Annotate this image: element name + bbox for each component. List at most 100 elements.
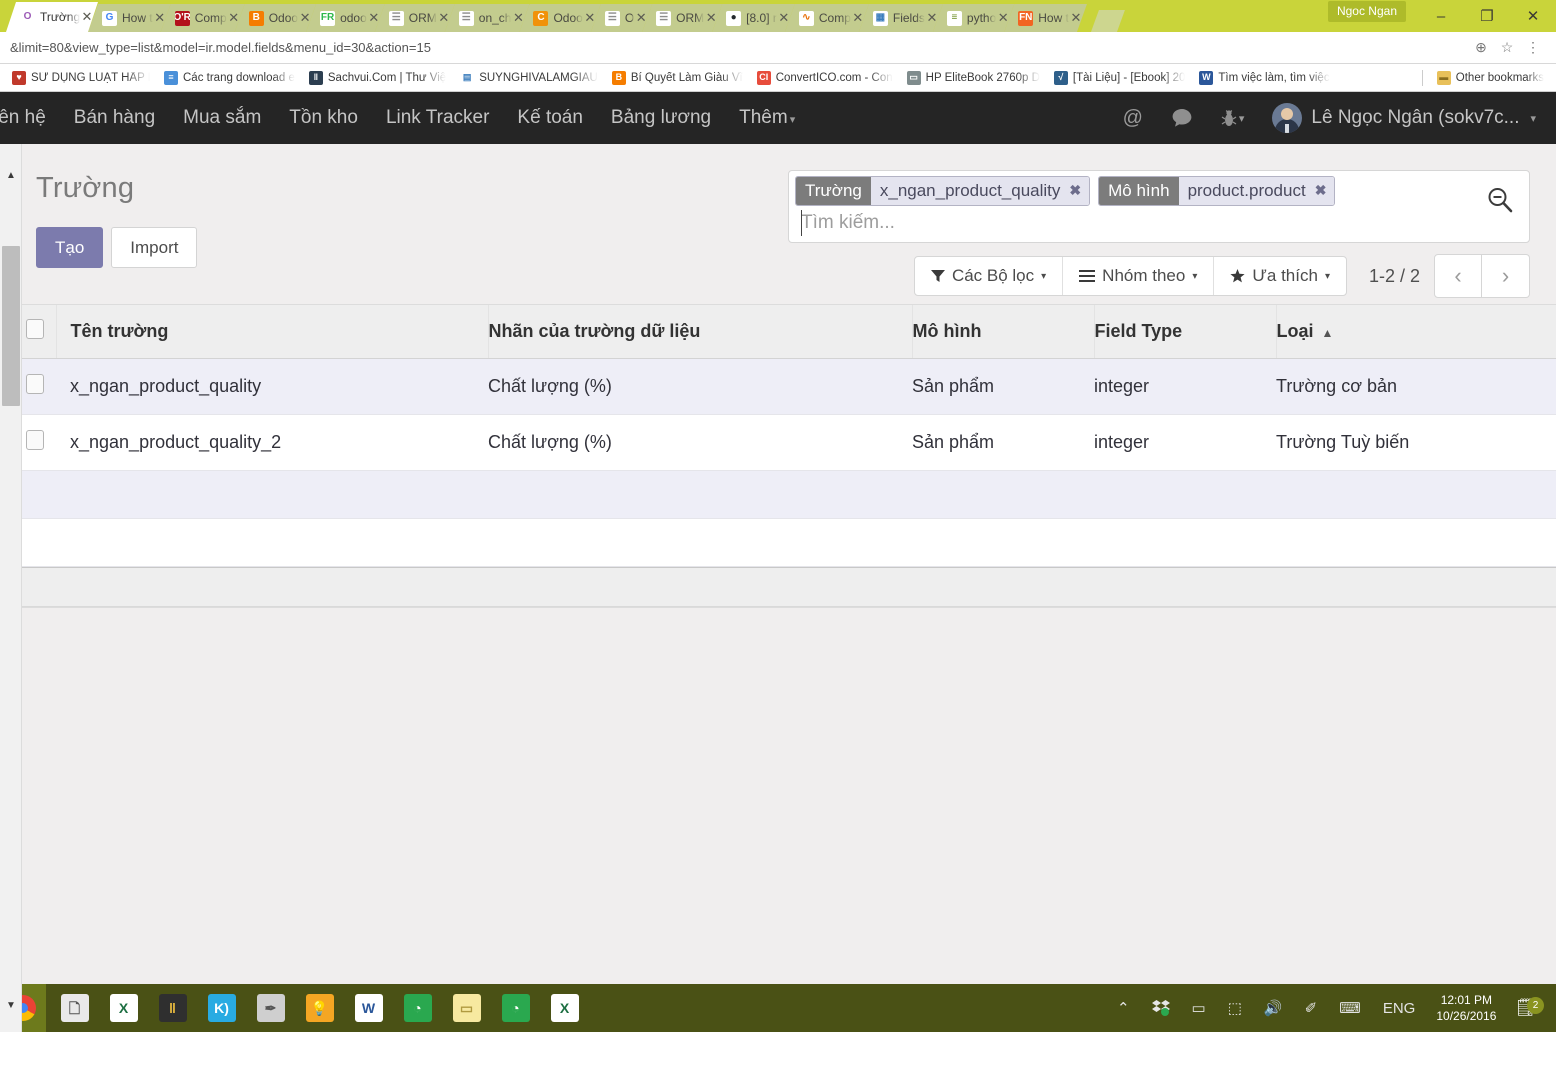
facet-remove-icon[interactable]: ✖ — [1315, 182, 1327, 199]
taskbar-app[interactable]: K) — [197, 984, 246, 1032]
column-header-label[interactable]: Nhãn của trường dữ liệu — [488, 305, 913, 360]
browser-tab[interactable]: FR odoo ✕ — [306, 4, 385, 32]
user-menu[interactable]: Lê Ngọc Ngân (sokv7c... ▾ — [1258, 103, 1544, 133]
minimize-button[interactable]: – — [1418, 0, 1464, 32]
browser-tab[interactable]: G How t ✕ — [88, 4, 171, 32]
browser-tab[interactable]: O'R Comp ✕ — [161, 4, 245, 32]
column-header-kind[interactable]: Loại ▲ — [1276, 305, 1556, 360]
nav-item-label: Bảng lương — [610, 107, 712, 128]
bookmark-item[interactable]: B Bí Quyết Làm Giàu Vĩ — [606, 69, 749, 87]
browser-tab[interactable]: ● [8.0] r ✕ — [712, 4, 795, 32]
pen-icon[interactable]: ✐ — [1294, 999, 1329, 1017]
network-icon[interactable]: ⬚ — [1217, 999, 1253, 1017]
address-bar[interactable]: &limit=80&view_type=list&model=ir.model.… — [0, 32, 1556, 64]
taskbar-app[interactable]: X — [99, 984, 148, 1032]
input-language-indicator[interactable]: ENG — [1372, 1000, 1427, 1017]
bookmark-item[interactable]: W Tìm việc làm, tìm việc — [1193, 69, 1335, 87]
browser-tab[interactable]: ≡ pytho ✕ — [933, 4, 1014, 32]
action-center-icon[interactable]: 🗒 2 — [1506, 997, 1548, 1018]
new-tab-button[interactable] — [1091, 10, 1125, 32]
maximize-button[interactable]: ❐ — [1464, 0, 1510, 32]
browser-tab[interactable]: ☰ O ✕ — [591, 4, 652, 32]
create-button[interactable]: Tạo — [36, 227, 104, 269]
volume-icon[interactable]: 🔊 — [1253, 999, 1294, 1017]
zoom-icon[interactable]: ⊕ — [1468, 39, 1494, 56]
scroll-down-icon[interactable]: ▼ — [0, 994, 22, 1016]
search-facet-field[interactable]: Trường x_ngan_product_quality ✖ — [795, 176, 1091, 206]
other-bookmarks-folder[interactable]: ▬ Other bookmarks — [1431, 69, 1550, 87]
bookmark-item[interactable]: CI ConvertICO.com - Con — [751, 69, 899, 87]
pager-next-button[interactable]: › — [1482, 254, 1530, 298]
taskbar-app[interactable]: ◔ — [491, 984, 540, 1032]
cell-model: Sản phẩm — [912, 414, 1094, 472]
close-button[interactable]: ✕ — [1510, 0, 1556, 32]
table-row[interactable]: x_ngan_product_quality Chất lượng (%) Sản … — [0, 358, 1556, 416]
taskbar-app[interactable]: W — [344, 984, 393, 1032]
tab-close-icon[interactable]: ✕ — [1069, 10, 1083, 26]
page-scrollbar[interactable]: ▲ ▼ — [0, 144, 22, 1032]
column-header-name[interactable]: Tên trường — [56, 305, 489, 360]
search-input[interactable]: Tìm kiếm... — [795, 206, 1523, 239]
table-row[interactable]: x_ngan_product_quality_2 Chất lượng (%) Sả… — [0, 414, 1556, 472]
browser-tab[interactable]: C Odoo ✕ — [519, 4, 600, 32]
nav-item-0[interactable]: iên hệ — [0, 107, 60, 129]
import-button[interactable]: Import — [111, 227, 198, 269]
keyboard-icon[interactable]: ⌨ — [1328, 999, 1372, 1017]
row-checkbox[interactable] — [26, 374, 44, 395]
nav-item-3[interactable]: Tồn kho — [275, 107, 372, 129]
row-checkbox[interactable] — [26, 430, 44, 451]
browser-tab[interactable]: ☰ ORM ✕ — [375, 4, 455, 32]
address-bar-url[interactable]: &limit=80&view_type=list&model=ir.model.… — [10, 40, 1468, 55]
nav-item-7[interactable]: Thêm ▾ — [725, 107, 809, 129]
nav-item-4[interactable]: Link Tracker — [372, 107, 503, 129]
battery-icon[interactable]: ▭ — [1181, 999, 1217, 1017]
mention-icon[interactable]: @ — [1109, 107, 1157, 130]
nav-item-2[interactable]: Mua sắm — [169, 107, 275, 129]
tray-expand-chevron-icon[interactable]: ⌃ — [1106, 999, 1141, 1017]
taskbar-app[interactable]: ✒ — [246, 984, 295, 1032]
taskbar-app[interactable]: 💡 — [295, 984, 344, 1032]
filters-dropdown[interactable]: Các Bộ lọc ▾ — [915, 257, 1064, 295]
nav-item-1[interactable]: Bán hàng — [60, 107, 169, 129]
taskbar-app[interactable]: 🗋 — [50, 984, 99, 1032]
bookmark-item[interactable]: ▭ HP EliteBook 2760p D — [901, 69, 1046, 87]
nav-item-6[interactable]: Bảng lương — [597, 107, 725, 129]
scroll-up-icon[interactable]: ▲ — [0, 164, 22, 186]
column-header-field-type[interactable]: Field Type — [1094, 305, 1277, 360]
browser-tab[interactable]: B Odoo ✕ — [235, 4, 316, 32]
debug-bug-icon[interactable]: ▾ — [1207, 108, 1259, 128]
bookmark-item[interactable]: ♥ SỬ DỤNG LUẬT HẤP D — [6, 69, 156, 87]
table-empty-row — [0, 518, 1556, 568]
bookmark-item[interactable]: ▤ SUYNGHIVALAMGIAU — [454, 69, 604, 87]
search-facet-model[interactable]: Mô hình product.product ✖ — [1098, 176, 1336, 206]
select-all-checkbox[interactable] — [26, 319, 44, 340]
scrollbar-thumb[interactable] — [2, 246, 20, 406]
column-header-model[interactable]: Mô hình — [912, 305, 1095, 360]
browser-tab[interactable]: ☰ on_ch ✕ — [445, 4, 530, 32]
bookmark-item[interactable]: ≡ Các trang download e — [158, 69, 301, 87]
chat-icon[interactable] — [1157, 108, 1207, 128]
dropbox-icon[interactable] — [1141, 1000, 1181, 1016]
chrome-profile-chip[interactable]: Ngoc Ngan — [1327, 1, 1406, 22]
bookmark-star-icon[interactable]: ☆ — [1494, 39, 1520, 56]
browser-tab[interactable]: FN How t ✕ — [1004, 4, 1087, 32]
pager-previous-button[interactable]: ‹ — [1434, 254, 1482, 298]
taskbar-app[interactable]: ‖ — [148, 984, 197, 1032]
browser-tab[interactable]: ▦ Fields ✕ — [859, 4, 943, 32]
taskbar-app[interactable]: ◔ — [393, 984, 442, 1032]
bookmarks-bar: ♥ SỬ DỤNG LUẬT HẤP D ≡ Các trang download e… — [0, 64, 1556, 92]
facet-remove-icon[interactable]: ✖ — [1069, 182, 1081, 199]
bookmark-item[interactable]: ‖ Sachvui.Com | Thư Việ — [303, 69, 452, 87]
browser-tab[interactable]: O Trường ✕ — [6, 2, 98, 32]
clock[interactable]: 12:01 PM 10/26/2016 — [1426, 992, 1506, 1024]
taskbar-app[interactable]: ▭ — [442, 984, 491, 1032]
browser-tab[interactable]: ∿ Comp ✕ — [785, 4, 869, 32]
search-view[interactable]: Trường x_ngan_product_quality ✖ Mô hình … — [788, 170, 1530, 243]
chrome-menu-icon[interactable]: ⋮ — [1520, 39, 1546, 56]
group-by-dropdown[interactable]: Nhóm theo ▾ — [1063, 257, 1215, 295]
taskbar-app[interactable]: X — [540, 984, 589, 1032]
browser-tab[interactable]: ☰ ORM ✕ — [642, 4, 722, 32]
bookmark-item[interactable]: √ [Tài Liệu] - [Ebook] 20 — [1048, 69, 1192, 87]
favorites-dropdown[interactable]: Ưa thích ▾ — [1214, 257, 1346, 295]
nav-item-5[interactable]: Kế toán — [503, 107, 597, 129]
